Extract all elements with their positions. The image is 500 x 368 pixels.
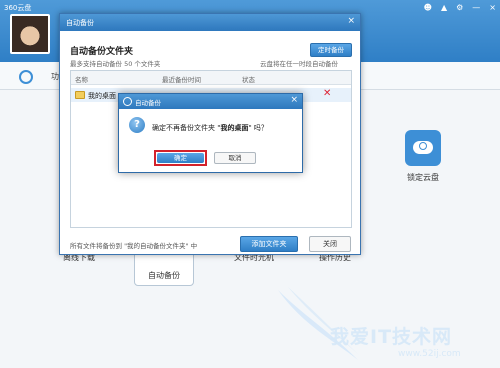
confirm-message-prefix: 确定不再备份文件夹 "	[152, 124, 221, 132]
lock-cloud-label: 锁定云盘	[407, 173, 439, 182]
confirm-dialog: 自动备份 × ? 确定不再备份文件夹 "我的桌面" 吗？ 确定 取消	[118, 93, 303, 173]
cancel-button[interactable]: 取消	[214, 152, 256, 164]
backup-footer: 所有文件将备份到 "我的自动备份文件夹" 中	[70, 242, 198, 250]
auto-backup-label: 自动备份	[148, 271, 180, 280]
backup-heading: 自动备份文件夹	[70, 47, 134, 57]
confirm-message: 确定不再备份文件夹 "我的桌面" 吗？	[152, 123, 268, 133]
confirm-dialog-title: 自动备份	[135, 99, 161, 107]
backup-subtitle: 最多支持自动备份 50 个文件夹	[70, 60, 161, 68]
app-title: 360云盘	[4, 4, 32, 12]
remove-icon[interactable]: ✕	[323, 88, 331, 99]
minimize-icon[interactable]: —	[472, 3, 480, 12]
settings-icon[interactable]: ⚙	[456, 3, 463, 12]
close-icon[interactable]: ×	[290, 95, 298, 105]
folder-icon	[75, 91, 85, 99]
close-icon[interactable]: ×	[489, 3, 496, 12]
ok-button-highlight: 确定	[154, 150, 207, 166]
column-time: 最近备份时间	[162, 76, 201, 84]
window-controls: ☻ ▲ ⚙ — ×	[424, 3, 496, 12]
folder-name: 我的桌面	[88, 92, 116, 100]
backup-dialog-title: 自动备份	[66, 19, 94, 27]
upgrade-icon[interactable]: ▲	[441, 3, 447, 12]
cloud-logo-icon	[123, 97, 132, 106]
question-icon: ?	[129, 117, 145, 133]
watermark-text: 我爱IT技术网	[330, 326, 453, 348]
lock-cloud-icon	[405, 130, 441, 166]
column-name: 名称	[75, 76, 88, 84]
feature-label[interactable]: 功	[51, 71, 59, 82]
backup-dialog-titlebar[interactable]: 自动备份 ×	[60, 14, 360, 31]
backup-hint: 云盘将在任一时段自动备份	[260, 60, 338, 68]
confirm-message-suffix: " 吗？	[248, 124, 268, 132]
column-status: 状态	[242, 76, 255, 84]
lock-cloud-tile[interactable]: 锁定云盘	[393, 130, 453, 183]
close-button[interactable]: 关闭	[309, 236, 351, 252]
list-header: 名称 最近备份时间 状态	[71, 71, 351, 85]
skin-icon[interactable]: ☻	[424, 3, 432, 12]
schedule-backup-button[interactable]: 定时备份	[310, 43, 352, 57]
confirm-message-folder: 我的桌面	[220, 124, 249, 132]
ok-button[interactable]: 确定	[157, 153, 204, 163]
feature-icon	[19, 70, 33, 84]
confirm-dialog-titlebar[interactable]: 自动备份 ×	[119, 94, 302, 109]
avatar[interactable]	[10, 14, 50, 54]
close-icon[interactable]: ×	[347, 16, 355, 26]
watermark-url: www.52ij.com	[398, 349, 461, 359]
add-folder-button[interactable]: 添加文件夹	[240, 236, 298, 252]
